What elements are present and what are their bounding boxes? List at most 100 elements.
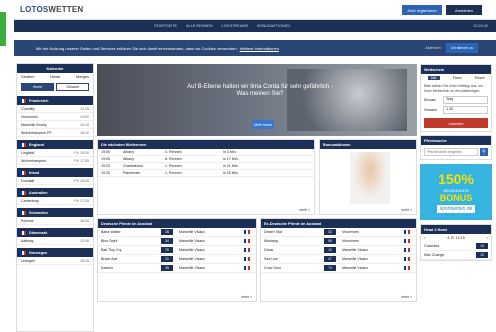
race-row[interactable]: Wolverhampton FP 18:20 (17, 129, 93, 137)
horse-row[interactable]: Kasimir 49 Marseille Vivaux (98, 264, 256, 273)
race-row[interactable]: Lingfield FK 15:30 (17, 149, 93, 157)
start-number: 21 (161, 256, 173, 262)
race-time: 18:20 (80, 130, 89, 135)
bonus-more[interactable]: mehr > (401, 208, 412, 212)
horse-row[interactable]: Mustang 55 Vincennes (261, 237, 416, 246)
race-row[interactable]: Dundalk FK 18:00 (17, 177, 93, 185)
h2h-row[interactable]: Columbia 10 (421, 242, 491, 252)
flag-icon (20, 142, 26, 147)
nav-home[interactable]: STARTSEITE (154, 24, 177, 28)
race-time: 13:50 (80, 114, 89, 119)
next-race-row[interactable]: 19:00 Albany 3. Rennen in 3 Min. (98, 149, 314, 156)
betslip-tab-fixed[interactable]: Fixed (453, 76, 462, 80)
betslip-tab-all[interactable]: Alle (427, 76, 440, 80)
country-header[interactable]: Australien (17, 188, 93, 197)
ex-german-horses-more[interactable]: mehr > (401, 295, 412, 299)
search-input[interactable] (424, 148, 478, 157)
country-name: Australien (29, 190, 48, 195)
day-today[interactable]: Heute (50, 75, 60, 79)
register-button[interactable]: Jetzt registrieren (402, 5, 442, 15)
horse-row[interactable]: Crow Soul 74 Marseille Vivaux (261, 264, 416, 273)
track-name: Marseille Vivaux (179, 257, 206, 261)
h2h-row[interactable]: Max Change 10 (421, 251, 491, 261)
country-header[interactable]: Dänemark (17, 228, 93, 237)
race-row[interactable]: Aalborg 12:40 (17, 237, 93, 245)
race-time: 19:20 (101, 164, 110, 168)
horse-name: Mustang (264, 239, 278, 243)
horse-name: Columbia (424, 244, 440, 249)
country-header[interactable]: Norwegen (17, 248, 93, 257)
race-row[interactable]: Chantilly 11:25 (17, 105, 93, 113)
horse-row[interactable]: Sea Lion 47 Marseille Vivaux (261, 255, 416, 264)
bet-type-select[interactable]: Sieg (443, 96, 488, 105)
decline-button[interactable]: Ablehnen (422, 43, 444, 53)
horse-row[interactable]: Zohar 12 Marseille Vivaux (261, 246, 416, 255)
country-header[interactable]: Frankreich (17, 96, 93, 105)
nav-bonus[interactable]: BONUSAKTIONEN (257, 24, 290, 28)
nav-races[interactable]: ALLE RENNEN (186, 24, 212, 28)
read-more-button[interactable]: Mehr lesen (252, 120, 274, 129)
horse-row[interactable]: Desert Star 32 Vincennes (261, 228, 416, 237)
race-time: 18:30 (80, 218, 89, 223)
next-race-row[interactable]: 19:30 Pakenham 1. Rennen in 25 Min. (98, 170, 314, 177)
flag-icon (20, 230, 26, 235)
country-name: England (29, 142, 44, 147)
race-countdown: in 25 Min. (223, 171, 239, 175)
main-nav: STARTSEITE ALLE RENNEN LIVESTREAMS BONUS… (14, 20, 496, 32)
track-name: Vincennes (342, 230, 359, 234)
german-horses-abroad: Deutsche Pferde im Ausland Baba Walter 28… (97, 218, 257, 302)
next-races-more[interactable]: mehr > (299, 208, 310, 212)
race-row[interactable]: Wolverhampton FK 17:55 (17, 157, 93, 165)
side-tab[interactable] (0, 12, 6, 46)
bonus-title: Bonusaktionen (320, 140, 416, 149)
country-header[interactable]: Irland (17, 168, 93, 177)
total-label: Gesamt (424, 108, 437, 113)
country-header[interactable]: Schweden (17, 208, 93, 217)
race-row[interactable]: Vincennes 13:50 (17, 113, 93, 121)
hero-banner[interactable]: Auf B-Ebene halten wir Ilma Corda für se… (97, 64, 417, 136)
horse-row[interactable]: Bad Tiny Cry 76 Marseille Vivaux (98, 246, 256, 255)
country-header[interactable]: England (17, 140, 93, 149)
race-row[interactable]: Romme 18:30 (17, 217, 93, 225)
cookie-link[interactable]: Weitere Informationen (240, 46, 279, 51)
clear-button[interactable]: Löschen (424, 118, 488, 129)
stake-input[interactable]: 1.00 (443, 106, 488, 115)
horse-row[interactable]: Blue Spirit 34 Marseille Vivaux (98, 237, 256, 246)
track-name: Marseille Vivaux (342, 266, 369, 270)
track-name: Charlestown (123, 164, 143, 168)
german-horses-more[interactable]: mehr > (241, 295, 252, 299)
next-race-row[interactable]: 19:20 Charlestown 1. Rennen in 21 Min. (98, 163, 314, 170)
horse-row[interactable]: Baba Walter 28 Marseille Vivaux (98, 228, 256, 237)
track-name: Marseille Vivaux (342, 257, 369, 261)
day-yesterday[interactable]: Gestern (21, 75, 35, 79)
country-name: Frankreich (29, 98, 49, 103)
track-name: Albany (123, 150, 134, 154)
betslip-tab-single[interactable]: Einzel (475, 76, 485, 80)
race-calendar: Kalender Gestern Heute Morgen Heute Gesa… (16, 63, 94, 332)
nav-livestreams[interactable]: LIVESTREAMS (221, 24, 248, 28)
race-row[interactable]: Marseille Borely 14:15 (17, 121, 93, 129)
horse-name: Sea Lion (264, 257, 279, 261)
tab-all[interactable]: Gesamt (56, 83, 89, 91)
login-button[interactable]: Anmelden (446, 5, 482, 15)
h2h-title: Head 2 Head (421, 225, 491, 235)
ad-percent: 150% (438, 171, 474, 188)
h2h-prev-icon[interactable]: ‹ (424, 236, 425, 240)
race-row[interactable]: Leangen 18:25 (17, 257, 93, 265)
start-number: 74 (324, 265, 336, 271)
start-number: 32 (324, 229, 336, 235)
search-icon[interactable]: ⚲ (479, 148, 488, 157)
tab-today[interactable]: Heute (21, 83, 54, 91)
day-tomorrow[interactable]: Morgen (76, 75, 89, 79)
ad-brand: sportwetten.de (436, 205, 476, 214)
accept-button[interactable]: Ich stimme zu (446, 43, 478, 53)
logo[interactable]: LOTOSWETTEN (20, 5, 83, 14)
race-row[interactable]: Canterbury FK 17:25 (17, 197, 93, 205)
horse-row[interactable]: Brave Ace 21 Marseille Vivaux (98, 255, 256, 264)
country-name: Schweden (29, 210, 48, 215)
flag-icon (404, 257, 410, 261)
h2h-next-icon[interactable]: › (487, 236, 488, 240)
flag-icon (404, 266, 410, 270)
ad-banner[interactable]: 150% NEUKUNDEN BONUS sportwetten.de (420, 164, 492, 221)
next-race-row[interactable]: 19:05 Albany 8. Rennen in 17 Min. (98, 156, 314, 163)
